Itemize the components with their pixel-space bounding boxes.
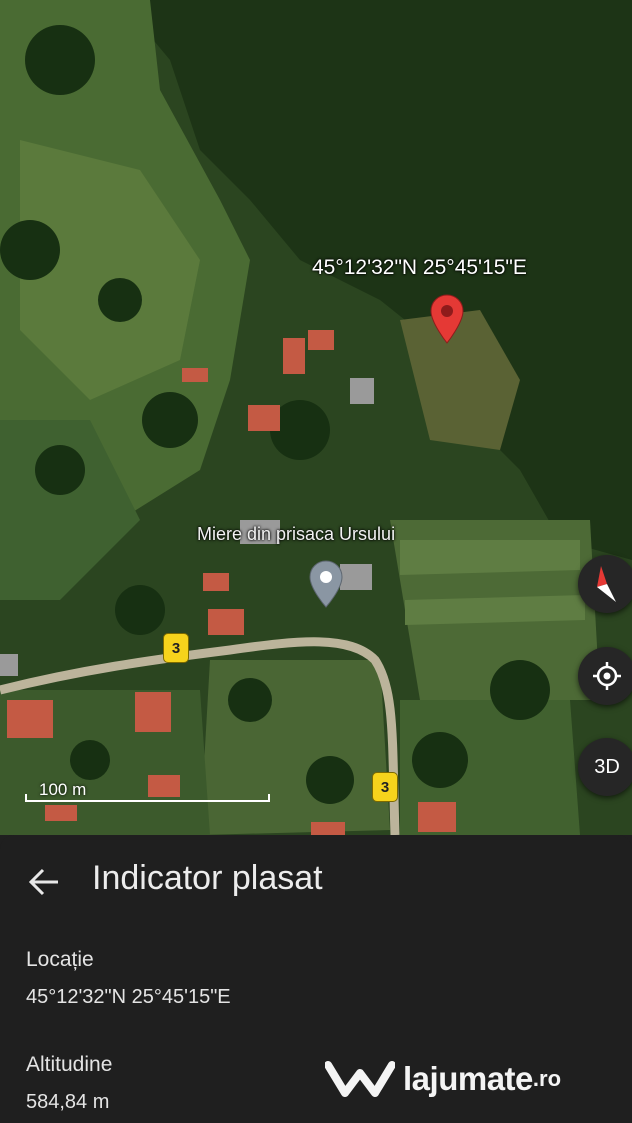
compass-icon bbox=[597, 566, 616, 602]
bottom-sheet: Indicator plasat Locație 45°12'32"N 25°4… bbox=[0, 835, 632, 1123]
location-value[interactable]: 45°12'32"N 25°45'15"E bbox=[26, 986, 231, 1009]
my-location-button[interactable] bbox=[578, 647, 632, 705]
lajumate-logo-icon bbox=[325, 1061, 395, 1097]
back-arrow-icon[interactable] bbox=[22, 862, 66, 902]
place-pin-icon[interactable] bbox=[308, 560, 344, 608]
satellite-map[interactable]: 45°12'32"N 25°45'15"E Miere din prisaca … bbox=[0, 0, 632, 835]
altitude-value: 584,84 m bbox=[26, 1091, 110, 1113]
satellite-imagery bbox=[0, 0, 632, 835]
location-label: Locație bbox=[26, 948, 94, 971]
pin-coordinate-label: 45°12'32"N 25°45'15"E bbox=[312, 256, 527, 279]
road-shield: 3 bbox=[372, 772, 398, 802]
compass-button[interactable] bbox=[578, 555, 632, 613]
lajumate-watermark: lajumate .ro bbox=[325, 1054, 561, 1104]
3d-button[interactable]: 3D bbox=[578, 738, 632, 796]
my-location-icon bbox=[593, 662, 621, 690]
sheet-title: Indicator plasat bbox=[92, 859, 323, 897]
red-pin-icon[interactable] bbox=[430, 294, 464, 344]
road-shield: 3 bbox=[163, 633, 189, 663]
scale-line bbox=[25, 794, 270, 802]
watermark-suffix: .ro bbox=[532, 1066, 562, 1091]
watermark-brand: lajumate bbox=[403, 1060, 533, 1097]
altitude-label: Altitudine bbox=[26, 1053, 113, 1076]
scale-bar: 100 m bbox=[25, 780, 270, 802]
place-label[interactable]: Miere din prisaca Ursului bbox=[197, 524, 395, 545]
